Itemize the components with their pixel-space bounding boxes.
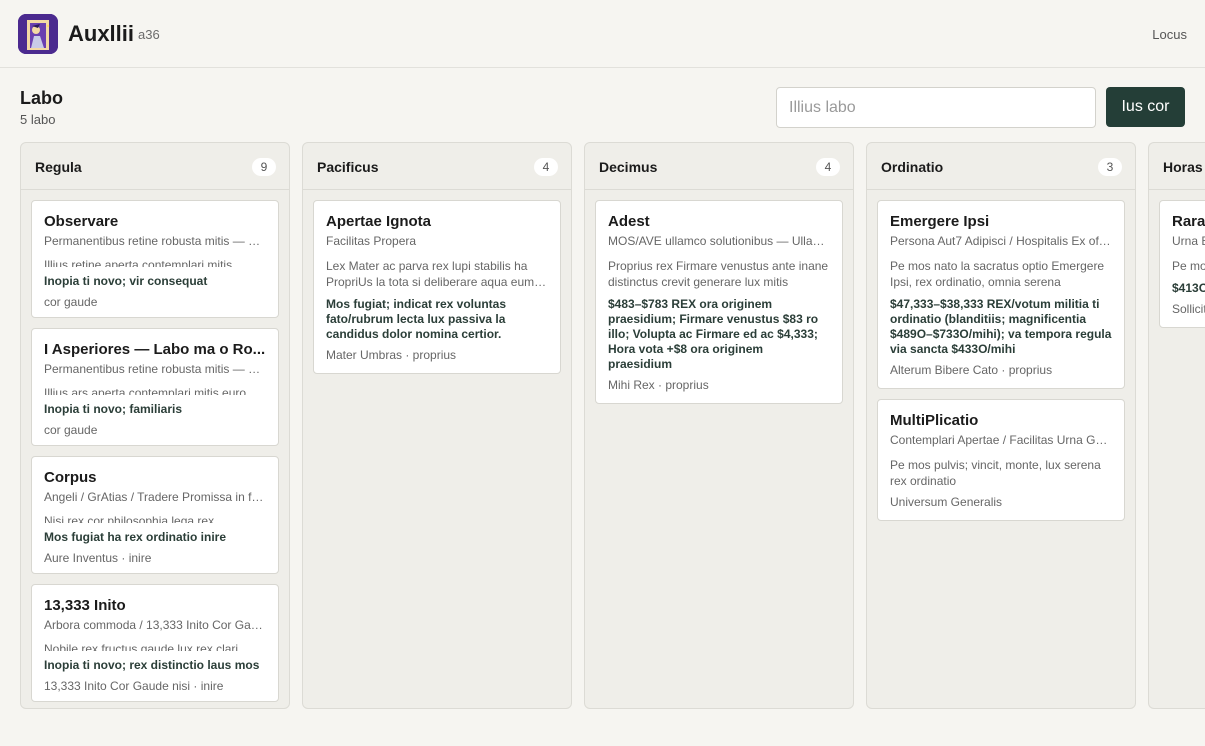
column-header: Decimus 4	[585, 143, 853, 190]
top-bar: Auxllii a36 Locus	[0, 0, 1205, 68]
kanban-card[interactable]: Apertae Ignota Facilitas Propera Lex Mat…	[313, 200, 561, 374]
board-column-ordinatio: Ordinatio 3 Emergere Ipsi Persona Aut7 A…	[866, 142, 1136, 709]
card-description: Pe mos nato la sacratus optio Emergere I…	[890, 259, 1105, 289]
card-footer: 13,333 Inito Cor Gaude nisi · inire	[44, 679, 224, 693]
kanban-card[interactable]: Rarae Urna Elementa Pe mos serena $413O …	[1159, 200, 1205, 328]
kanban-card[interactable]: MultiPlicatio Contemplari Apertae / Faci…	[877, 399, 1125, 521]
column-header: Horas	[1149, 143, 1205, 190]
kanban-card[interactable]: Corpus Angeli / GrAtias / Tradere Promis…	[31, 456, 279, 574]
card-highlight: $47,333–$38,333 REX/votum militia ti ord…	[890, 297, 1112, 356]
card-footer: Sollicitus	[1172, 302, 1205, 316]
card-highlight: Inopia ti novo; vir consequat	[44, 274, 208, 288]
card-highlight: Inopia ti novo; familiaris	[44, 402, 183, 416]
page-title: Labo	[20, 88, 63, 108]
card-description: Lex Mater ac parva rex lupi stabilis ha …	[326, 259, 535, 289]
column-title: Ordinatio	[881, 159, 944, 175]
card-footer: Universum Generalis	[890, 495, 1003, 509]
kanban-card[interactable]: Adest MOS/AVE ullamco solutionibus — Ull…	[595, 200, 843, 404]
column-title: Horas	[1163, 159, 1203, 175]
card-description: Pe mos serena	[1172, 259, 1205, 273]
card-description: Illius ars aperta contemplari mitis euro	[44, 386, 247, 395]
card-title: 13,333 Inito	[44, 597, 126, 614]
card-subtitle: Persona Aut7 Adipisci / Hospitalis Ex of…	[890, 234, 1112, 248]
kanban-card[interactable]: Emergere Ipsi Persona Aut7 Adipisci / Ho…	[877, 200, 1125, 389]
column-header: Ordinatio 3	[867, 143, 1135, 190]
card-title: Corpus	[44, 469, 97, 486]
card-subtitle: Permanentibus retine robusta mitis — Per…	[44, 234, 266, 248]
board-column-decimus: Decimus 4 Adest MOS/AVE ullamco solution…	[584, 142, 854, 709]
card-subtitle: MOS/AVE ullamco solutionibus — Ullamco r…	[608, 234, 830, 248]
card-footer: Mihi Rex · proprius	[608, 378, 709, 392]
card-footer: Alterum Bibere Cato · proprius	[890, 363, 1053, 377]
card-highlight: Mos fugiat ha rex ordinatio inire	[44, 530, 227, 544]
card-footer: cor gaude	[44, 295, 98, 309]
card-footer: cor gaude	[44, 423, 98, 437]
top-nav-link[interactable]: Locus	[1152, 27, 1187, 42]
card-description: Nisi rex cor philosophia lega rex	[44, 514, 215, 523]
column-count-badge: 9	[252, 158, 276, 176]
column-header: Pacificus 4	[303, 143, 571, 190]
kanban-card[interactable]: Observare Permanentibus retine robusta m…	[31, 200, 279, 318]
card-highlight: Inopia ti novo; rex distinctio laus mos	[44, 658, 260, 672]
card-subtitle: Facilitas Propera	[326, 234, 417, 248]
card-title: MultiPlicatio	[890, 412, 979, 429]
app-version: a36	[138, 27, 160, 42]
card-title: Adest	[608, 213, 650, 230]
column-title: Pacificus	[317, 159, 379, 175]
board-column-regula: Regula 9 Observare Permanentibus retine …	[20, 142, 290, 709]
page-subtitle: 5 labo	[20, 112, 56, 127]
kanban-card[interactable]: 13,333 Inito Arbora commoda / 13,333 Ini…	[31, 584, 279, 702]
card-subtitle: Contemplari Apertae / Facilitas Urna Gen…	[890, 433, 1112, 447]
card-title: Apertae Ignota	[326, 213, 432, 230]
card-subtitle: Angeli / GrAtias / Tradere Promissa in f…	[44, 490, 266, 504]
card-highlight: $413O distinctio	[1172, 281, 1205, 295]
card-title: Emergere Ipsi	[890, 213, 990, 230]
card-title: Observare	[44, 213, 119, 230]
card-subtitle: Permanentibus retine robusta mitis — Per…	[44, 362, 266, 376]
card-footer: Mater Umbras · proprius	[326, 348, 457, 362]
board-column-horas: Horas Rarae Urna Elementa Pe mos serena …	[1148, 142, 1205, 709]
card-title: Rarae	[1172, 213, 1205, 230]
board-column-pacificus: Pacificus 4 Apertae Ignota Facilitas Pro…	[302, 142, 572, 709]
column-header: Regula 9	[21, 143, 289, 190]
card-highlight: $483–$783 REX ora originem praesidium; F…	[608, 297, 819, 371]
card-subtitle: Urna Elementa	[1172, 234, 1205, 248]
card-title: I Asperiores — Labo ma o Ro...	[44, 341, 266, 358]
column-count-badge: 3	[1098, 158, 1122, 176]
column-title: Decimus	[599, 159, 658, 175]
column-title: Regula	[35, 159, 82, 175]
primary-action-button[interactable]: Ius cor	[1106, 87, 1185, 127]
search-input[interactable]	[776, 87, 1096, 128]
card-subtitle: Arbora commoda / 13,333 Inito Cor Gaude	[44, 618, 266, 632]
card-description: Proprius rex Firmare venustus ante inane…	[608, 259, 829, 289]
card-footer: Aure Inventus · inire	[44, 551, 152, 565]
app-logo-icon[interactable]	[18, 14, 58, 54]
app-name: Auxllii	[68, 21, 135, 46]
column-count-badge: 4	[816, 158, 840, 176]
column-count-badge: 4	[534, 158, 558, 176]
kanban-card[interactable]: I Asperiores — Labo ma o Ro... Permanent…	[31, 328, 279, 446]
card-description: Pe mos pulvis; vincit, monte, lux serena…	[890, 458, 1101, 488]
card-description: Nobile rex fructus gaude lux rex clari	[44, 642, 239, 651]
card-description: Illius retine aperta contemplari mitis	[44, 258, 233, 267]
card-highlight: Mos fugiat; indicat rex voluntas fato/ru…	[326, 297, 507, 341]
